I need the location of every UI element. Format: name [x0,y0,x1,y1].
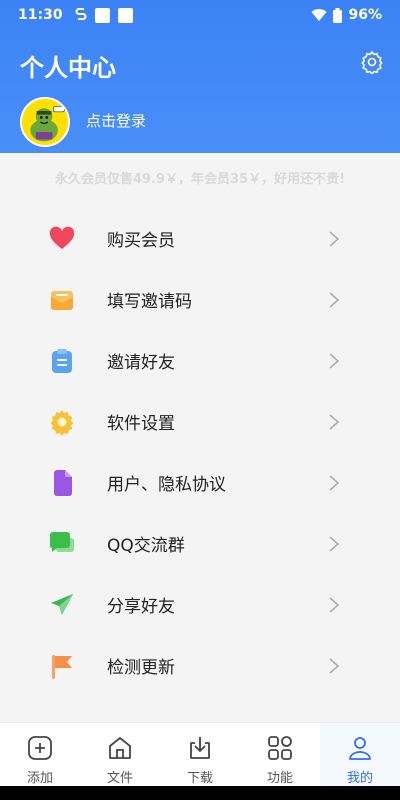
nav-tab-functions[interactable]: 功能 [240,723,320,787]
menu-item-invite-friends[interactable]: 邀请好友 [0,330,400,391]
menu-item-privacy-agreement[interactable]: 用户、隐私协议 [0,452,400,513]
nav-label: 下载 [186,771,213,786]
system-navigation-bar [0,786,400,800]
nav-tab-download[interactable]: 下载 [160,723,240,787]
menu-label: 用户、隐私协议 [107,475,226,495]
nav-label: 我的 [346,771,373,786]
nav-tab-files[interactable]: 文件 [80,723,160,787]
settings-icon [50,409,74,436]
hulk-avatar-icon [22,99,68,145]
chevron-right-icon [329,291,340,308]
heart-icon [49,226,75,249]
download-icon [190,737,210,759]
nav-label: 功能 [266,771,293,786]
nav-tab-add[interactable]: 添加 [0,723,80,787]
menu-label: 购买会员 [107,231,175,251]
nav-tab-mine[interactable]: 我的 [320,723,400,787]
profile-icon [349,737,371,760]
chevron-right-icon [329,657,340,674]
menu-item-qq-group[interactable]: QQ交流群 [0,513,400,574]
login-link[interactable]: 点击登录 [86,110,146,131]
menu-item-invite-code[interactable]: 填写邀请码 [0,269,400,330]
settings-gear-icon[interactable] [360,50,384,74]
bottom-navigation: 添加 文件 下载 功能 我的 [0,722,400,787]
nav-label: 添加 [26,771,53,786]
flag-icon [52,654,72,679]
promo-text: 永久会员仅售49.9￥，年会员35￥，好用还不贵! [54,172,346,187]
menu-label: 填写邀请码 [107,292,192,312]
sync-icon [75,8,87,20]
home-icon [109,737,131,759]
chevron-right-icon [329,352,340,369]
status-time: 11:30 [18,7,63,23]
chat-icon [50,531,74,552]
profile-header: 11:30 96% 个人中心 点击登录 [0,0,400,153]
avatar[interactable] [20,97,70,147]
battery-level: 96% [348,7,382,23]
notification-square-icon [117,7,133,23]
menu-label: QQ交流群 [107,536,185,556]
send-icon [51,593,73,615]
document-icon [54,469,72,496]
menu-item-buy-membership[interactable]: 购买会员 [0,208,400,269]
settings-menu: 购买会员 填写邀请码 邀请好友 软件设置 用户、隐私协议 QQ交流群 分享好友 … [0,208,400,696]
wifi-icon [311,9,327,21]
battery-icon [333,7,343,23]
grid-icon [268,736,292,760]
menu-label: 邀请好友 [107,353,175,373]
menu-item-share-friends[interactable]: 分享好友 [0,574,400,635]
menu-label: 软件设置 [107,414,175,434]
page-title: 个人中心 [20,54,116,82]
chevron-right-icon [329,474,340,491]
chevron-right-icon [329,535,340,552]
menu-item-check-update[interactable]: 检测更新 [0,635,400,696]
menu-label: 分享好友 [107,597,175,617]
status-bar: 11:30 96% [0,0,400,30]
menu-label: 检测更新 [107,658,175,678]
chevron-right-icon [329,230,340,247]
add-icon [28,736,52,760]
chevron-right-icon [329,413,340,430]
nav-label: 文件 [106,771,133,786]
chevron-right-icon [329,596,340,613]
notification-square-icon [94,7,110,23]
clipboard-icon [52,348,72,373]
envelope-icon [51,290,73,310]
menu-item-app-settings[interactable]: 软件设置 [0,391,400,452]
